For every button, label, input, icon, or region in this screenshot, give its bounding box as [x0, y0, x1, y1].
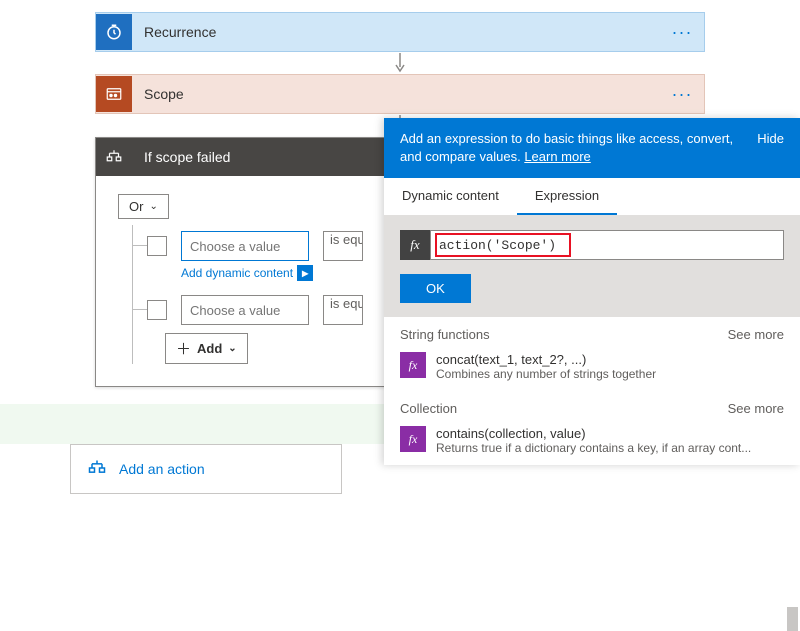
- expression-value: action('Scope'): [439, 238, 556, 253]
- fx-icon: fx: [400, 426, 426, 452]
- operator-select-2[interactable]: is equal to: [323, 295, 363, 325]
- fx-icon: fx: [400, 352, 426, 378]
- recurrence-title: Recurrence: [144, 24, 668, 40]
- recurrence-card[interactable]: Recurrence ···: [95, 12, 705, 52]
- see-more-collection[interactable]: See more: [728, 401, 784, 416]
- value-input-1[interactable]: [181, 231, 309, 261]
- group-operator-label: Or: [129, 199, 143, 214]
- scope-title: Scope: [144, 86, 668, 102]
- func-description: Returns true if a dictionary contains a …: [436, 441, 751, 455]
- recurrence-menu[interactable]: ···: [668, 22, 696, 43]
- func-concat[interactable]: fx concat(text_1, text_2?, ...) Combines…: [384, 346, 800, 391]
- dynamic-content-badge-icon: ▸: [297, 265, 313, 281]
- fx-icon: fx: [400, 230, 430, 260]
- scope-card[interactable]: Scope ···: [95, 74, 705, 114]
- learn-more-link[interactable]: Learn more: [524, 149, 590, 164]
- func-signature: concat(text_1, text_2?, ...): [436, 352, 656, 367]
- add-action-button[interactable]: Add an action: [70, 444, 342, 494]
- tab-dynamic-content[interactable]: Dynamic content: [384, 178, 517, 215]
- scope-menu[interactable]: ···: [668, 84, 696, 105]
- func-signature: contains(collection, value): [436, 426, 751, 441]
- scrollbar-thumb[interactable]: [787, 607, 798, 631]
- chevron-down-icon: ⌄: [228, 343, 236, 354]
- condition-icon: [96, 139, 132, 175]
- func-contains[interactable]: fx contains(collection, value) Returns t…: [384, 420, 800, 465]
- see-more-string[interactable]: See more: [728, 327, 784, 342]
- connector-arrow: [40, 53, 760, 73]
- chevron-down-icon: ⌄: [149, 201, 157, 212]
- row-checkbox[interactable]: [147, 300, 167, 320]
- dynamic-content-label: Add dynamic content: [181, 266, 293, 280]
- add-action-label: Add an action: [119, 461, 205, 477]
- section-collection-label: Collection: [400, 401, 457, 416]
- section-string-label: String functions: [400, 327, 490, 342]
- expression-input[interactable]: action('Scope'): [430, 230, 784, 260]
- clock-icon: [96, 14, 132, 50]
- func-description: Combines any number of strings together: [436, 367, 656, 381]
- expression-panel: Add an expression to do basic things lik…: [384, 118, 800, 465]
- add-row-label: Add: [197, 341, 222, 356]
- plus-icon: ＋: [176, 338, 191, 359]
- add-action-icon: [87, 458, 107, 481]
- panel-blurb: Add an expression to do basic things lik…: [400, 130, 745, 166]
- hide-button[interactable]: Hide: [757, 130, 784, 148]
- panel-tabs: Dynamic content Expression: [384, 178, 800, 216]
- row-checkbox[interactable]: [147, 236, 167, 256]
- value-input-2[interactable]: [181, 295, 309, 325]
- add-row-button[interactable]: ＋ Add ⌄: [165, 333, 248, 364]
- tab-expression[interactable]: Expression: [517, 178, 617, 215]
- operator-select[interactable]: is equal to: [323, 231, 363, 261]
- group-operator-button[interactable]: Or ⌄: [118, 194, 169, 219]
- scope-icon: [96, 76, 132, 112]
- ok-button[interactable]: OK: [400, 274, 471, 303]
